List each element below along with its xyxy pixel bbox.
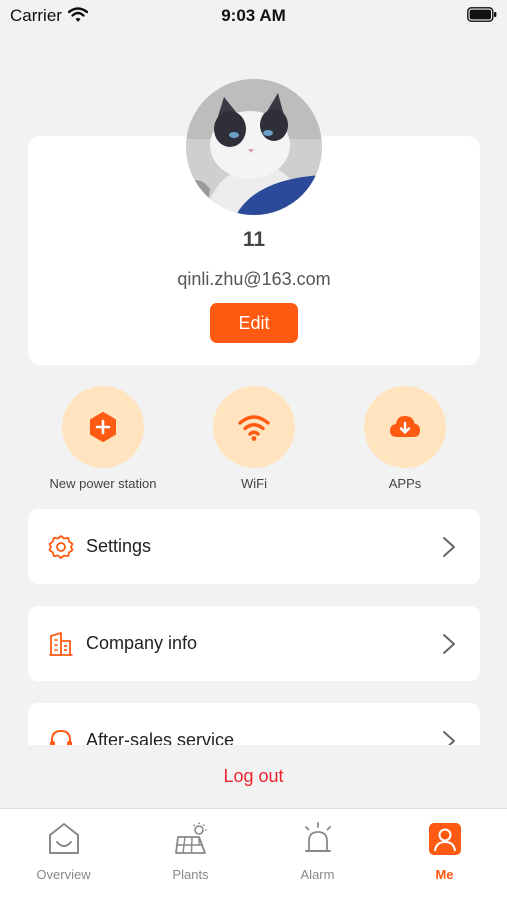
menu-scroll-area[interactable]: Settings Company info After-sales servic… <box>0 500 507 745</box>
apps-circle[interactable] <box>364 386 446 468</box>
tab-label: Me <box>435 867 454 882</box>
profile-email: qinli.zhu@163.com <box>177 269 331 289</box>
quick-action-apps[interactable]: APPs <box>330 386 480 491</box>
menu-item-label: Settings <box>86 536 152 556</box>
solar-panel-icon <box>175 822 207 854</box>
profile-name: 11 <box>242 228 266 251</box>
home-icon <box>49 823 79 854</box>
tab-alarm[interactable]: Alarm <box>254 809 381 901</box>
avatar[interactable] <box>186 79 322 215</box>
settings-gear-icon <box>48 535 74 559</box>
user-icon <box>429 823 461 855</box>
alarm-siren-icon <box>305 822 331 852</box>
logout-button[interactable]: Log out <box>0 766 507 787</box>
menu-item-label: After-sales service <box>86 730 235 745</box>
menu-item-settings[interactable]: Settings <box>28 509 480 584</box>
tab-label: Plants <box>172 867 209 882</box>
quick-action-new-power-station[interactable]: New power station <box>28 386 178 491</box>
quick-action-wifi[interactable]: WiFi <box>179 386 329 491</box>
menu-item-label: Company info <box>86 633 198 653</box>
menu-item-after-sales-service[interactable]: After-sales service <box>28 703 480 745</box>
tab-plants[interactable]: Plants <box>127 809 254 901</box>
tab-overview[interactable]: Overview <box>0 809 127 901</box>
chevron-right-icon <box>443 731 455 745</box>
quick-action-label: APPs <box>388 476 422 491</box>
edit-profile-button[interactable]: Edit <box>210 303 298 343</box>
cat-photo <box>186 79 322 215</box>
battery-icon <box>467 7 497 22</box>
add-station-icon <box>90 412 116 442</box>
tab-me[interactable]: Me <box>381 809 507 901</box>
new-station-circle[interactable] <box>62 386 144 468</box>
quick-action-label: WiFi <box>241 476 267 491</box>
chevron-right-icon <box>443 537 455 557</box>
status-bar: Carrier 9:03 AM <box>0 0 507 30</box>
chevron-right-icon <box>443 634 455 654</box>
status-time: 9:03 AM <box>221 6 286 25</box>
headset-icon <box>50 729 72 745</box>
tab-label: Overview <box>36 867 91 882</box>
quick-action-label: New power station <box>49 476 157 491</box>
wifi-circle[interactable] <box>213 386 295 468</box>
menu-item-company-info[interactable]: Company info <box>28 606 480 681</box>
tab-label: Alarm <box>300 867 335 882</box>
cloud-download-icon <box>390 416 420 437</box>
tab-bar: Overview Plants Alarm Me <box>0 808 507 901</box>
building-icon <box>49 632 73 656</box>
wifi-icon <box>238 415 270 441</box>
